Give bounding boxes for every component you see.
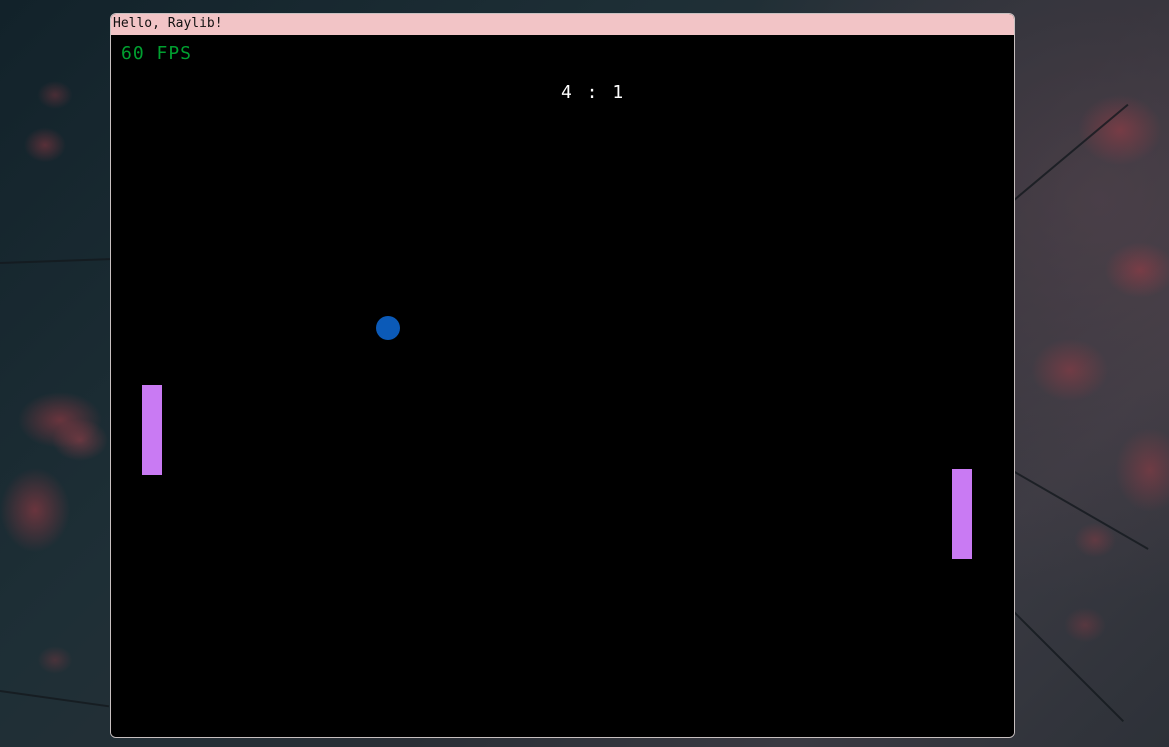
ball xyxy=(376,316,400,340)
game-window: Hello, Raylib! 60 FPS 4 : 1 xyxy=(110,13,1015,738)
wallpaper-branch xyxy=(1012,470,1149,550)
wallpaper-branch xyxy=(1012,610,1125,723)
window-title: Hello, Raylib! xyxy=(113,16,223,31)
score-display: 4 : 1 xyxy=(561,82,626,103)
left-paddle xyxy=(142,385,162,475)
right-paddle xyxy=(952,469,972,559)
fps-counter: 60 FPS xyxy=(121,43,193,64)
wallpaper-branch xyxy=(0,258,110,264)
window-titlebar[interactable]: Hello, Raylib! xyxy=(111,14,1014,35)
wallpaper-branch xyxy=(1012,103,1129,202)
game-canvas[interactable]: 60 FPS 4 : 1 xyxy=(111,35,1014,737)
wallpaper-branch xyxy=(0,690,110,708)
